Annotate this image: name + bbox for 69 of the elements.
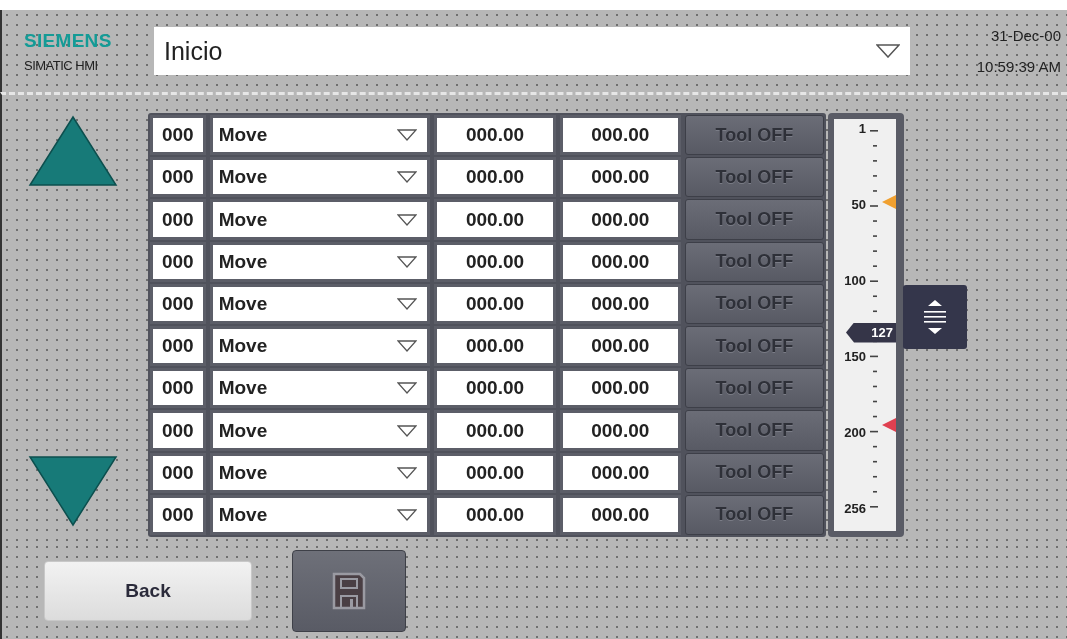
action-dropdown[interactable]: Move	[209, 326, 431, 367]
index-field[interactable]: 000	[150, 199, 206, 240]
caret-icon	[876, 44, 900, 58]
index-field[interactable]: 000	[150, 115, 206, 156]
value-field[interactable]: 000.00	[559, 241, 681, 282]
scroll-up-button[interactable]	[28, 115, 118, 187]
caret-icon	[397, 466, 418, 479]
value-field[interactable]: 000.00	[559, 494, 681, 536]
caret-icon	[397, 171, 418, 184]
value-field[interactable]: 000.00	[559, 283, 681, 324]
value-field[interactable]: 000.00	[559, 452, 681, 493]
index-field[interactable]: 000	[150, 368, 206, 409]
action-dropdown[interactable]: Move	[209, 452, 431, 493]
value-field[interactable]: 000.00	[434, 410, 556, 451]
back-button[interactable]: Back	[44, 560, 252, 621]
value-field[interactable]: 000.00	[559, 157, 681, 198]
action-dropdown[interactable]: Move	[209, 241, 431, 282]
value-field[interactable]: 000.00	[434, 283, 556, 324]
time-text: 10:59:39 AM	[976, 58, 1061, 75]
value-field[interactable]: 000.00	[434, 326, 556, 367]
value-field[interactable]: 000.00	[559, 410, 681, 451]
action-dropdown[interactable]: Move	[209, 199, 431, 240]
value-field[interactable]: 000.00	[434, 368, 556, 409]
index-field[interactable]: 000	[150, 452, 206, 493]
caret-icon	[397, 508, 418, 521]
value-field[interactable]: 000.00	[559, 326, 681, 367]
value-field[interactable]: 000.00	[434, 241, 556, 282]
action-dropdown[interactable]: Move	[209, 115, 431, 156]
action-dropdown[interactable]: Move	[209, 368, 431, 409]
scale-label: 100	[844, 274, 866, 288]
action-dropdown[interactable]: Move	[209, 410, 431, 451]
caret-icon	[397, 424, 418, 437]
index-field[interactable]: 000	[150, 326, 206, 367]
slider-handle[interactable]	[903, 284, 967, 349]
caret-icon	[397, 213, 418, 226]
scale-label: 50	[851, 198, 866, 212]
caret-icon	[397, 255, 418, 268]
scroll-down-button[interactable]	[28, 455, 118, 527]
value-field[interactable]: 000.00	[559, 199, 681, 240]
index-field[interactable]: 000	[150, 241, 206, 282]
value-field[interactable]: 000.00	[434, 199, 556, 240]
scale-label: 150	[844, 350, 866, 364]
action-dropdown[interactable]: Move	[209, 494, 431, 536]
product-label: SIMATIC HMI	[24, 57, 99, 73]
scale-label: 1	[858, 122, 866, 136]
value-pointer: 127	[846, 322, 896, 343]
value-field[interactable]: 000.00	[434, 115, 556, 156]
up-down-icon	[923, 299, 947, 334]
brand-logo: SIEMENS	[24, 29, 113, 52]
scale-label: 256	[844, 502, 866, 516]
value-field[interactable]: 000.00	[559, 368, 681, 409]
caret-icon	[397, 382, 418, 395]
value-field[interactable]: 000.00	[434, 452, 556, 493]
caret-icon	[397, 297, 418, 310]
scale-label: 200	[844, 426, 866, 440]
date-text: 31-Dec-00	[990, 27, 1061, 44]
caret-icon	[397, 129, 418, 142]
screen-select[interactable]: Inicio	[154, 27, 910, 75]
index-field[interactable]: 000	[150, 410, 206, 451]
save-button[interactable]	[292, 549, 406, 632]
value-field[interactable]: 000.00	[434, 157, 556, 198]
caret-icon	[397, 340, 418, 353]
value-field[interactable]: 000.00	[559, 115, 681, 156]
index-field[interactable]: 000	[150, 494, 206, 536]
action-dropdown[interactable]: Move	[209, 157, 431, 198]
value-field[interactable]: 000.00	[434, 494, 556, 536]
index-field[interactable]: 000	[150, 283, 206, 324]
action-dropdown[interactable]: Move	[209, 283, 431, 324]
index-field[interactable]: 000	[150, 157, 206, 198]
